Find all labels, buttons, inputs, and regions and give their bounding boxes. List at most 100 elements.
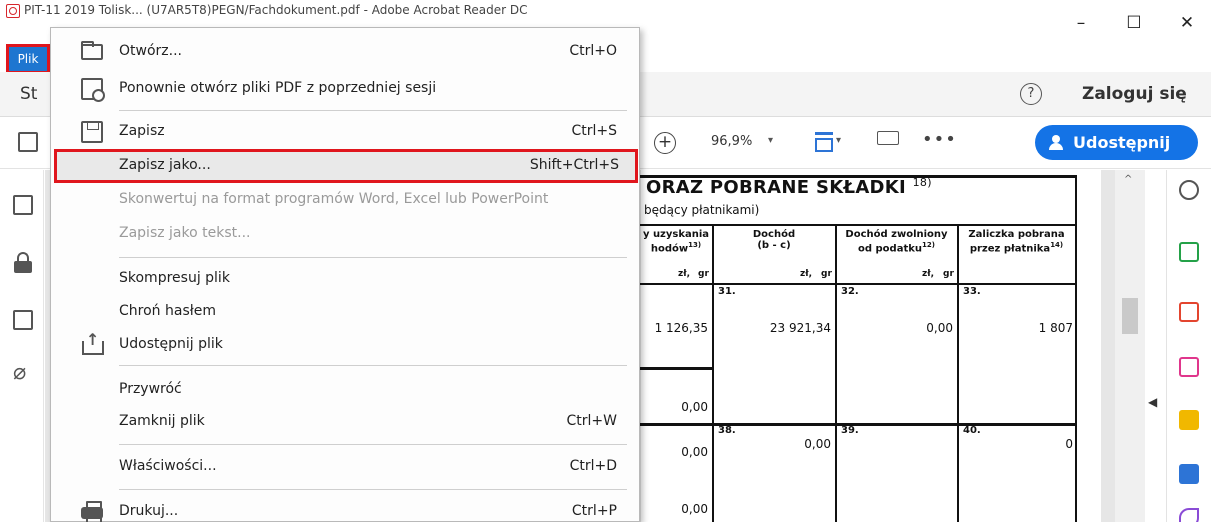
column-header-line: y uzyskania: [642, 229, 710, 240]
share-button[interactable]: Udostępnij: [1035, 125, 1198, 160]
window-title: PIT-11 2019 Tolisk... (U7AR5T8)PEGN/Fach…: [24, 3, 528, 17]
column-header: Dochód zwolniony od podatku12): [836, 229, 957, 254]
menu-item-label: Zapisz: [119, 123, 165, 139]
menu-item-label: Otwórz...: [119, 43, 182, 59]
table-border: [640, 175, 1076, 178]
zoom-in-icon[interactable]: +: [654, 132, 676, 154]
cell-value: 23 921,34: [769, 321, 831, 335]
help-icon[interactable]: ?: [1020, 83, 1042, 105]
cell-number: 40.: [963, 425, 981, 436]
comment-icon[interactable]: [1179, 410, 1199, 430]
add-person-icon: [1049, 135, 1065, 151]
menu-item-save-as[interactable]: Zapisz jako... Shift+Ctrl+S: [54, 149, 638, 183]
right-tools-rail: [1166, 170, 1211, 522]
edit-pdf-icon[interactable]: [1179, 302, 1199, 322]
menu-item-save[interactable]: Zapisz Ctrl+S: [51, 115, 639, 149]
export-pdf-icon[interactable]: [1179, 464, 1199, 484]
file-menu-button[interactable]: Plik: [6, 44, 50, 74]
menu-item-compress[interactable]: Skompresuj plik: [51, 262, 639, 296]
scroll-up-icon[interactable]: ^: [1124, 174, 1132, 185]
menu-item-label: Przywróć: [119, 381, 182, 397]
organize-pages-icon[interactable]: [1179, 357, 1199, 377]
menu-item-properties[interactable]: Właściwości... Ctrl+D: [51, 450, 639, 484]
menu-separator: [119, 489, 627, 490]
column-header-line: Zaliczka pobrana: [968, 229, 1065, 240]
section-heading-ref: 18): [912, 176, 932, 189]
save-icon[interactable]: [18, 132, 38, 152]
lock-icon[interactable]: [13, 252, 33, 273]
keyboard-icon[interactable]: [877, 131, 899, 145]
table-border: [1075, 175, 1077, 522]
menu-item-share-file[interactable]: Udostępnij plik: [51, 328, 639, 362]
cell-number: 38.: [718, 425, 736, 436]
section-heading-text: ORAZ POBRANE SKŁADKI: [646, 177, 907, 198]
cell-value: 1 126,35: [654, 321, 708, 335]
menu-item-label: Zapisz jako...: [119, 157, 211, 173]
collapse-panel-icon[interactable]: ◀: [1148, 395, 1157, 409]
menu-item-print[interactable]: Drukuj... Ctrl+P: [51, 495, 639, 522]
reopen-icon: [81, 78, 105, 102]
zoom-tool-icon[interactable]: [1179, 180, 1199, 200]
scroll-thumb[interactable]: [1122, 298, 1138, 334]
menu-item-save-as-text[interactable]: Zapisz jako tekst...: [51, 217, 639, 251]
menu-item-revert[interactable]: Przywróć: [51, 373, 639, 407]
column-header-line: przez płatnika14): [958, 240, 1075, 254]
unit-gr: gr: [698, 269, 709, 279]
menu-item-convert[interactable]: Skonwertuj na format programów Word, Exc…: [51, 183, 639, 217]
login-link[interactable]: Zaloguj się: [1082, 84, 1187, 104]
column-header-line: (b - c): [757, 240, 791, 251]
menu-item-label: Ponownie otwórz pliki PDF z poprzedniej …: [119, 80, 437, 96]
fit-dropdown-icon[interactable]: ▾: [836, 135, 841, 146]
column-header-line: hodów13): [640, 240, 712, 254]
menu-item-shortcut: Shift+Ctrl+S: [529, 157, 619, 173]
printer-icon: [81, 501, 103, 522]
column-header-line: Dochód zwolniony: [845, 229, 948, 240]
minimize-button[interactable]: –: [1066, 12, 1096, 34]
pdf-page: [641, 170, 1101, 522]
cell-number: 33.: [963, 286, 981, 297]
cell-number: 39.: [841, 425, 859, 436]
menu-item-open[interactable]: Otwórz... Ctrl+O: [51, 35, 639, 69]
vertical-scrollbar[interactable]: ^: [1115, 170, 1145, 522]
menu-item-label: Właściwości...: [119, 458, 217, 474]
menu-item-label: Zapisz jako tekst...: [119, 225, 251, 241]
column-header: Zaliczka pobrana przez płatnika14): [958, 229, 1075, 254]
cell-value: 0,00: [804, 437, 831, 451]
page-thumbnails-icon[interactable]: [13, 310, 33, 330]
file-dropdown-menu: Otwórz... Ctrl+O Ponownie otwórz pliki P…: [50, 27, 640, 522]
create-pdf-icon[interactable]: [1179, 242, 1199, 262]
export-pages-icon[interactable]: [13, 195, 33, 215]
column-header-text: od podatku: [858, 243, 923, 255]
table-line: [640, 283, 1076, 285]
maximize-button[interactable]: ☐: [1119, 12, 1149, 34]
menu-item-shortcut: Ctrl+O: [569, 43, 617, 59]
menu-item-password[interactable]: Chroń hasłem: [51, 295, 639, 329]
column-header-ref: 13): [688, 241, 702, 249]
cell-number: 32.: [841, 286, 859, 297]
column-header-text: hodów: [650, 243, 689, 255]
fit-page-icon[interactable]: [813, 128, 833, 154]
close-button[interactable]: ✕: [1172, 12, 1202, 34]
tab-start[interactable]: St: [20, 84, 37, 104]
attachment-icon[interactable]: ⌀: [13, 362, 33, 384]
menu-item-label: Zamknij plik: [119, 413, 205, 429]
table-line: [712, 224, 714, 522]
menu-separator: [119, 257, 627, 258]
menu-item-close-file[interactable]: Zamknij plik Ctrl+W: [51, 405, 639, 439]
zoom-level[interactable]: 96,9%: [711, 134, 752, 149]
section-heading: ORAZ POBRANE SKŁADKI 18): [646, 176, 932, 198]
save-icon: [81, 121, 103, 143]
more-tools-icon[interactable]: •••: [922, 129, 957, 150]
menu-item-label: Udostępnij plik: [119, 336, 223, 352]
acrobat-logo-icon: [6, 4, 20, 18]
menu-item-label: Skonwertuj na format programów Word, Exc…: [119, 191, 549, 207]
zoom-dropdown-icon[interactable]: ▾: [768, 135, 773, 146]
menu-item-shortcut: Ctrl+D: [569, 458, 617, 474]
table-line: [640, 367, 712, 370]
unit-zl: zł,: [922, 269, 934, 279]
menu-item-reopen[interactable]: Ponownie otwórz pliki PDF z poprzedniej …: [51, 72, 639, 106]
fill-sign-icon[interactable]: [1179, 508, 1199, 522]
column-header: y uzyskania hodów13): [640, 229, 712, 254]
menu-item-shortcut: Ctrl+W: [566, 413, 617, 429]
column-header-line: od podatku12): [836, 240, 957, 254]
